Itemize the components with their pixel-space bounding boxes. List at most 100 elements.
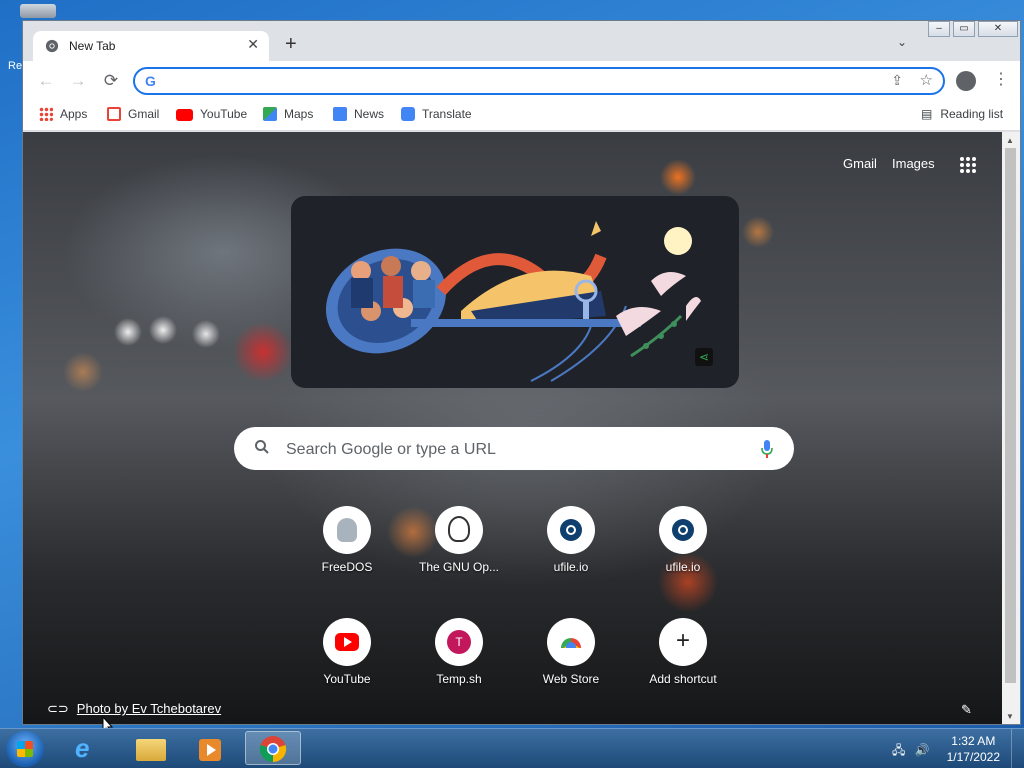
browser-toolbar: ← → ⟳ G ⇪ ☆ ⋮: [23, 61, 1020, 101]
temp-sh-letter: T: [447, 630, 471, 654]
bookmark-maps[interactable]: Maps: [263, 107, 313, 121]
desktop-recycle-bin-icon[interactable]: [20, 4, 56, 18]
shortcut-gnu[interactable]: The GNU Op...: [403, 506, 515, 574]
taskbar-clock[interactable]: 1:32 AM 1/17/2022: [947, 733, 1000, 765]
desktop-icon-label-fragment: Re: [8, 60, 23, 72]
youtube-icon: [323, 618, 371, 666]
more-menu-icon[interactable]: ⋮: [993, 69, 1009, 89]
taskbar-media-player[interactable]: [182, 731, 238, 765]
bookmark-star-icon[interactable]: ☆: [920, 71, 933, 89]
shortcut-label: The GNU Op...: [418, 560, 500, 574]
ufile-icon: [659, 506, 707, 554]
ufile-icon: [547, 506, 595, 554]
doodle-share-icon[interactable]: ⋖: [695, 348, 713, 366]
close-window-button[interactable]: ✕: [978, 21, 1018, 37]
scroll-down-arrow-icon[interactable]: ▼: [1006, 712, 1014, 721]
translate-icon: [401, 107, 415, 121]
ntp-search-box[interactable]: [234, 427, 794, 470]
chrome-icon: [259, 736, 287, 763]
shortcut-label: ufile.io: [665, 560, 701, 574]
tab-new-tab[interactable]: New Tab ✕: [33, 31, 269, 61]
shortcut-temp-sh[interactable]: T Temp.sh: [403, 618, 515, 686]
bookmark-label: News: [354, 107, 385, 121]
bookmark-translate[interactable]: Translate: [401, 107, 472, 121]
profile-avatar-icon[interactable]: [956, 71, 976, 91]
freedos-icon: [323, 506, 371, 554]
bookmark-label: YouTube: [200, 107, 248, 121]
maps-icon: [263, 107, 277, 121]
bookmark-label: Apps: [60, 107, 88, 121]
customize-pencil-icon[interactable]: ✎: [961, 702, 972, 718]
clock-date: 1/17/2022: [946, 750, 1000, 764]
images-link[interactable]: Images: [892, 156, 935, 171]
ntp-search-input[interactable]: [284, 438, 748, 462]
reading-list-button[interactable]: ▤ Reading list: [921, 107, 1003, 121]
reading-list-label: Reading list: [940, 107, 1004, 121]
search-icon: [255, 440, 269, 454]
bookmark-news[interactable]: News: [333, 107, 384, 121]
temp-sh-letter-icon: T: [435, 618, 483, 666]
scrollbar-thumb[interactable]: [1005, 148, 1016, 683]
omnibox-input[interactable]: [165, 71, 869, 93]
tab-title: New Tab: [69, 39, 116, 53]
bookmark-label: Gmail: [128, 107, 160, 121]
bookmark-gmail[interactable]: Gmail: [107, 107, 159, 121]
google-apps-icon[interactable]: [959, 156, 977, 174]
volume-icon[interactable]: 🔊: [915, 743, 930, 757]
tab-search-chevron-icon[interactable]: ⌄: [897, 35, 907, 49]
page-scrollbar[interactable]: ▲ ▼: [1002, 132, 1020, 724]
chrome-window: New Tab ✕ + ⌄ – ▭ ✕ ← → ⟳ G ⇪ ☆ ⋮ Apps G…: [22, 20, 1021, 725]
windows-logo-icon: [17, 741, 33, 757]
taskbar-file-explorer[interactable]: [122, 731, 178, 765]
new-tab-button[interactable]: +: [285, 34, 297, 54]
reading-list-icon: ▤: [921, 107, 933, 121]
apps-grid-icon: [39, 107, 53, 121]
gmail-link[interactable]: Gmail: [843, 156, 877, 171]
shortcut-label: FreeDOS: [321, 560, 373, 574]
windows-taskbar: e 🖧 🔊 1:32 AM 1/17/2022: [0, 728, 1024, 768]
taskbar-internet-explorer[interactable]: e: [62, 731, 118, 765]
shortcut-freedos[interactable]: FreeDOS: [291, 506, 403, 574]
start-button[interactable]: [6, 731, 44, 767]
minimize-button[interactable]: –: [928, 21, 950, 37]
folder-icon: [136, 739, 166, 761]
bookmark-label: Translate: [422, 107, 472, 121]
shortcut-ufile-2[interactable]: ufile.io: [627, 506, 739, 574]
network-icon[interactable]: 🖧: [892, 743, 905, 757]
system-tray: 🖧 🔊: [892, 741, 930, 762]
shortcut-ufile-1[interactable]: ufile.io: [515, 506, 627, 574]
photo-credit-link[interactable]: ⊂⊃ Photo by Ev Tchebotarev: [47, 701, 221, 717]
back-button[interactable]: ←: [34, 69, 58, 93]
shortcut-label: ufile.io: [553, 560, 589, 574]
gmail-icon: [107, 107, 121, 121]
scroll-up-arrow-icon[interactable]: ▲: [1006, 136, 1014, 145]
bookmark-apps[interactable]: Apps: [39, 107, 87, 121]
shortcut-label: Add shortcut: [649, 672, 717, 686]
voice-search-mic-icon[interactable]: [760, 439, 774, 459]
shortcut-label: Web Store: [542, 672, 600, 686]
chrome-favicon-icon: [45, 39, 59, 53]
clock-time: 1:32 AM: [951, 734, 996, 748]
play-icon: [207, 744, 216, 756]
reload-button[interactable]: ⟳: [99, 69, 123, 93]
shortcut-web-store[interactable]: Web Store: [515, 618, 627, 686]
show-desktop-button[interactable]: [1011, 729, 1024, 768]
omnibox[interactable]: G ⇪ ☆: [133, 67, 945, 95]
web-store-icon: [547, 618, 595, 666]
bookmarks-bar: Apps Gmail YouTube Maps News Translate ▤…: [23, 101, 1020, 131]
shortcut-youtube[interactable]: YouTube: [291, 618, 403, 686]
taskbar-chrome[interactable]: [245, 731, 301, 765]
forward-button[interactable]: →: [66, 69, 90, 93]
bookmark-youtube[interactable]: YouTube: [176, 107, 247, 121]
youtube-icon: [176, 109, 193, 121]
tab-strip: New Tab ✕ + ⌄ – ▭ ✕: [23, 21, 1020, 61]
maximize-button[interactable]: ▭: [953, 21, 975, 37]
share-icon[interactable]: ⇪: [891, 72, 903, 89]
google-doodle[interactable]: ⋖: [291, 196, 739, 388]
tab-close-icon[interactable]: ✕: [247, 36, 259, 53]
internet-explorer-icon: e: [75, 733, 90, 763]
bookmark-label: Maps: [284, 107, 314, 121]
google-g-icon: G: [145, 73, 156, 89]
shortcut-label: Temp.sh: [436, 672, 482, 686]
shortcut-add[interactable]: + Add shortcut: [627, 618, 739, 686]
